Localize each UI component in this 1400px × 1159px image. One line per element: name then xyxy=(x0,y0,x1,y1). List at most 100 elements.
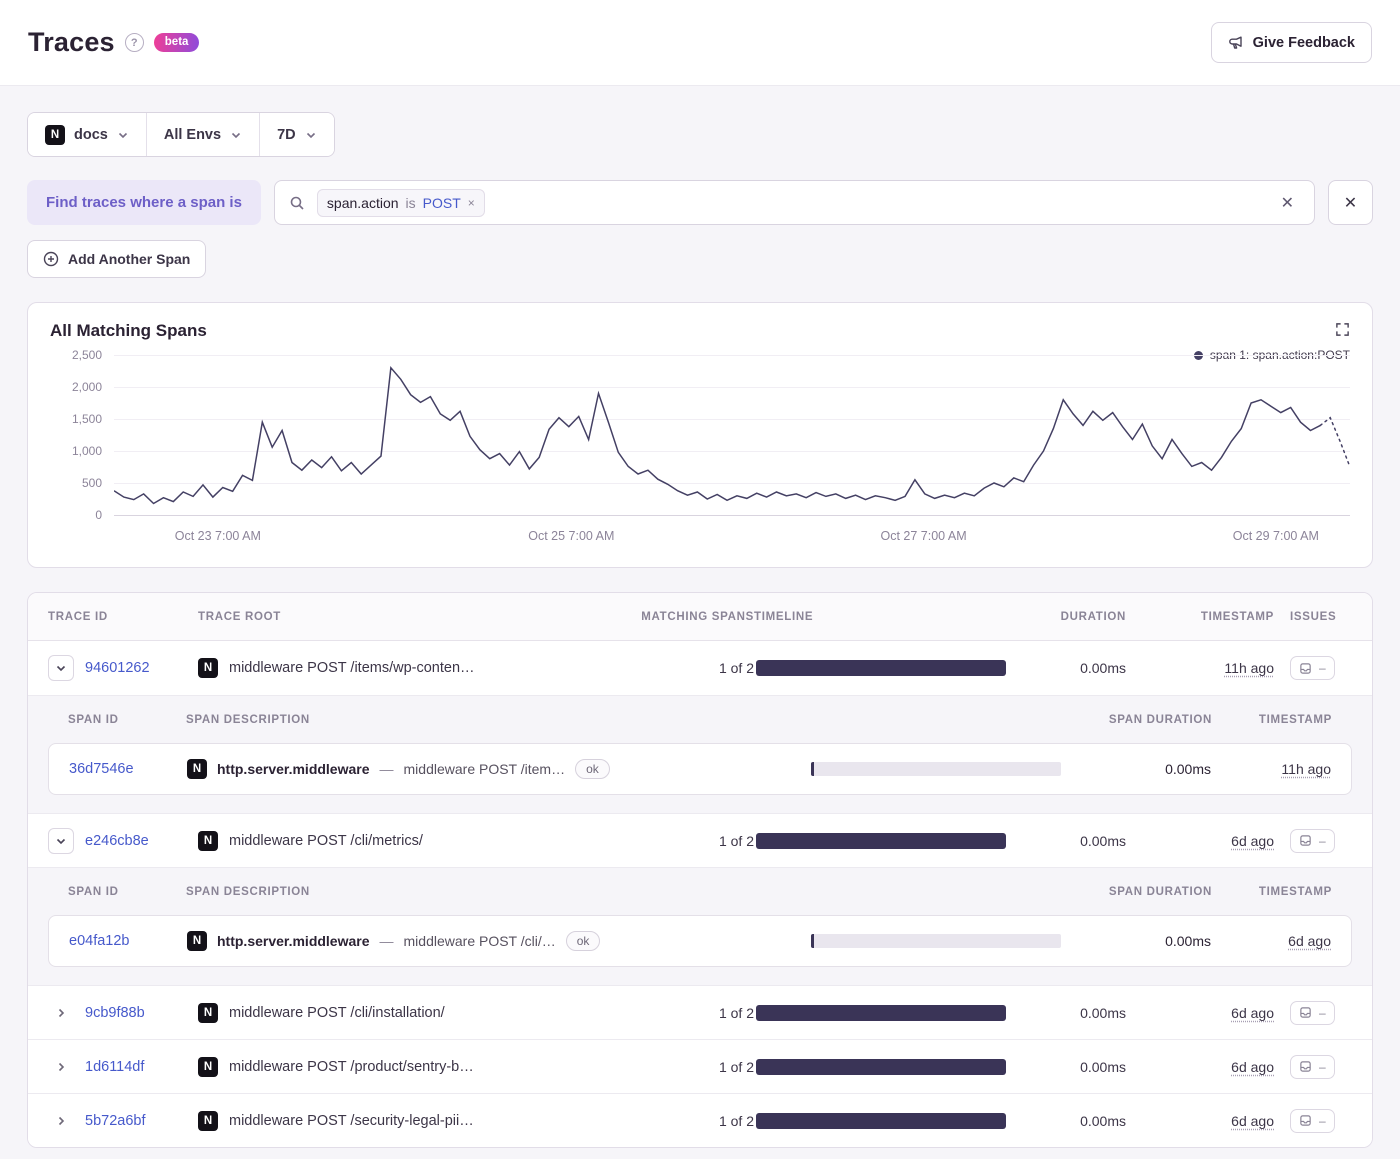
issues-badge[interactable]: – xyxy=(1290,1108,1335,1133)
header-span-id: Span ID xyxy=(68,885,119,898)
token-operator[interactable]: is xyxy=(406,195,416,211)
trace-timeline-bar[interactable] xyxy=(756,1112,1006,1129)
trace-id-link[interactable]: 1d6114df xyxy=(85,1059,144,1075)
issues-badge[interactable]: – xyxy=(1290,656,1335,680)
trace-timestamp[interactable]: 6d ago xyxy=(1231,1059,1274,1075)
issues-icon xyxy=(1300,662,1311,674)
span-timestamp[interactable]: 6d ago xyxy=(1288,933,1331,949)
trace-row[interactable]: 94601262 N middleware POST /items/wp-con… xyxy=(28,641,1372,695)
all-matching-spans-panel: All Matching Spans span 1: span.action:P… xyxy=(27,302,1373,568)
trace-timestamp[interactable]: 6d ago xyxy=(1231,1005,1274,1021)
issues-badge[interactable]: – xyxy=(1290,1054,1335,1079)
span-row[interactable]: 36d7546e N http.server.middleware — midd… xyxy=(48,743,1352,795)
project-logo-icon: N xyxy=(198,1056,218,1077)
expand-trace-button[interactable] xyxy=(48,1054,74,1080)
header-span-timestamp: Timestamp xyxy=(1258,713,1332,726)
expand-trace-button[interactable] xyxy=(48,1108,74,1134)
matching-spans-count: 1 of 2 xyxy=(718,660,754,676)
beta-badge: beta xyxy=(153,32,200,53)
span-timestamp[interactable]: 11h ago xyxy=(1281,761,1331,777)
project-logo-icon: N xyxy=(198,1110,218,1131)
help-icon[interactable]: ? xyxy=(124,33,144,52)
fullscreen-icon[interactable] xyxy=(1331,318,1354,341)
span-duration: 0.00ms xyxy=(1165,933,1211,949)
add-another-span-button[interactable]: Add Another Span xyxy=(27,240,207,278)
header-timestamp: Timestamp xyxy=(1200,610,1274,623)
issues-count: – xyxy=(1319,1059,1326,1074)
span-header-row: Span ID Span Description Span Duration T… xyxy=(48,696,1352,743)
trace-timestamp[interactable]: 6d ago xyxy=(1231,1113,1274,1129)
chevron-down-icon xyxy=(56,838,66,844)
project-filter-label: docs xyxy=(74,126,108,143)
separator: — xyxy=(379,933,394,949)
collapse-trace-button[interactable] xyxy=(48,655,74,681)
issues-icon xyxy=(1300,1115,1311,1126)
plot-area xyxy=(114,355,1350,516)
chart-title: All Matching Spans xyxy=(50,321,207,340)
trace-row[interactable]: 9cb9f88b N middleware POST /cli/installa… xyxy=(28,985,1372,1039)
span-status-badge: ok xyxy=(575,759,610,779)
trace-root-text: middleware POST /product/sentry-b… xyxy=(229,1058,474,1075)
environment-filter-dropdown[interactable]: All Envs xyxy=(145,113,260,156)
header-trace-root: Trace Root xyxy=(198,610,281,623)
trace-id-link[interactable]: e246cb8e xyxy=(85,833,149,849)
project-logo-icon: N xyxy=(45,124,65,145)
token-key: span.action xyxy=(326,194,399,211)
y-tick-label: 1,500 xyxy=(71,412,102,426)
header-duration: Duration xyxy=(1060,610,1126,623)
span-id-link[interactable]: 36d7546e xyxy=(69,761,187,777)
span-description: middleware POST /item… xyxy=(403,761,566,777)
span-search-input[interactable]: span.action is POST × ✕ xyxy=(273,180,1315,225)
trace-root-text: middleware POST /items/wp-conten… xyxy=(229,660,475,676)
span-timeline-track[interactable] xyxy=(811,934,1061,948)
span-timeline-track[interactable] xyxy=(811,762,1061,776)
search-token[interactable]: span.action is POST × xyxy=(316,188,485,217)
header-matching-spans: Matching Spans xyxy=(641,610,754,623)
trace-timestamp[interactable]: 6d ago xyxy=(1231,833,1274,849)
issues-badge[interactable]: – xyxy=(1290,1000,1335,1025)
y-axis: 2,500 2,000 1,500 1,000 500 0 xyxy=(50,348,102,522)
header-span-duration: Span Duration xyxy=(1108,713,1212,726)
trace-duration: 0.00ms xyxy=(1080,832,1126,849)
issues-badge[interactable]: – xyxy=(1290,828,1335,853)
clear-search-icon[interactable]: ✕ xyxy=(1275,192,1300,214)
trace-duration: 0.00ms xyxy=(1080,1058,1126,1075)
x-tick-label: Oct 29 7:00 AM xyxy=(1232,529,1319,543)
header-span-duration: Span Duration xyxy=(1108,885,1212,898)
chevron-down-icon xyxy=(118,132,127,138)
expanded-spans-section: Span ID Span Description Span Duration T… xyxy=(28,867,1372,985)
traces-table: Trace ID Trace Root Matching Spans Timel… xyxy=(27,592,1373,1148)
token-value[interactable]: POST xyxy=(423,195,461,211)
span-operation: http.server.middleware xyxy=(217,933,370,949)
y-tick-label: 2,000 xyxy=(71,380,102,394)
trace-timeline-bar[interactable] xyxy=(756,660,1006,676)
matching-spans-count: 1 of 2 xyxy=(718,832,754,849)
trace-timeline-bar[interactable] xyxy=(756,1004,1006,1021)
trace-id-link[interactable]: 9cb9f88b xyxy=(85,1005,145,1021)
chart-body: 2,500 2,000 1,500 1,000 500 0 xyxy=(50,348,1350,522)
x-tick-label: Oct 25 7:00 AM xyxy=(528,529,615,543)
project-filter-dropdown[interactable]: N docs xyxy=(28,113,146,156)
date-range-dropdown[interactable]: 7D xyxy=(259,113,334,156)
trace-timeline-bar[interactable] xyxy=(756,1058,1006,1075)
span-row[interactable]: e04fa12b N http.server.middleware — midd… xyxy=(48,915,1352,967)
trace-timestamp[interactable]: 11h ago xyxy=(1224,660,1274,676)
trace-row[interactable]: e246cb8e N middleware POST /cli/metrics/… xyxy=(28,813,1372,867)
trace-row[interactable]: 1d6114df N middleware POST /product/sent… xyxy=(28,1039,1372,1093)
top-bar: Traces ? beta Give Feedback xyxy=(0,0,1400,86)
trace-row[interactable]: 5b72a6bf N middleware POST /security-leg… xyxy=(28,1093,1372,1147)
trace-id-link[interactable]: 5b72a6bf xyxy=(85,1113,145,1129)
expand-trace-button[interactable] xyxy=(48,1000,74,1026)
collapse-trace-button[interactable] xyxy=(48,827,74,854)
page-filter-bar: N docs All Envs 7D xyxy=(27,112,335,157)
plus-circle-icon xyxy=(43,251,59,267)
give-feedback-button[interactable]: Give Feedback xyxy=(1210,22,1372,63)
trace-id-link[interactable]: 94601262 xyxy=(85,660,150,676)
remove-token-icon[interactable]: × xyxy=(468,197,475,209)
span-id-link[interactable]: e04fa12b xyxy=(69,933,187,949)
issues-icon xyxy=(1300,1061,1311,1072)
trace-timeline-bar[interactable] xyxy=(756,832,1006,849)
remove-span-filter-button[interactable]: ✕ xyxy=(1328,180,1373,225)
y-tick-label: 1,000 xyxy=(71,444,102,458)
table-header-row: Trace ID Trace Root Matching Spans Timel… xyxy=(28,593,1372,641)
